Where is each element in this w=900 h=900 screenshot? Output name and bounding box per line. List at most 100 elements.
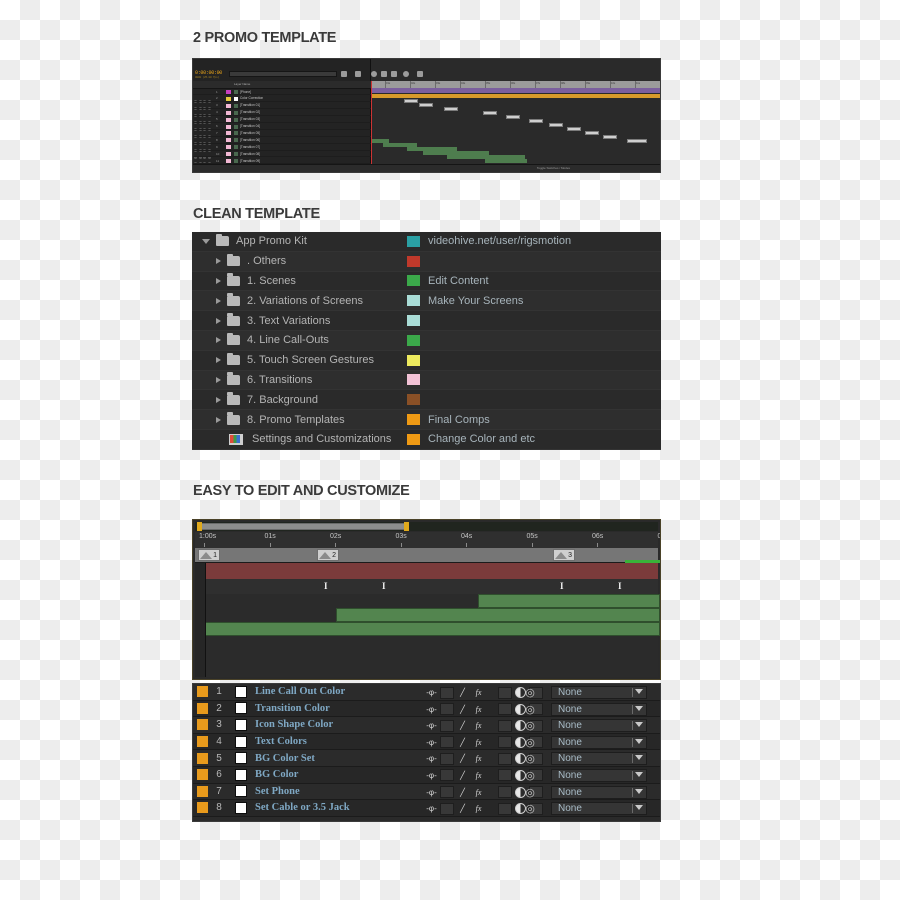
effects-icon[interactable]: fx: [471, 720, 486, 732]
solo-switch-cell[interactable]: [440, 752, 454, 765]
marker-track[interactable]: 1 2 3: [195, 548, 658, 563]
effect-layer-row[interactable]: 6 BG Color -φ- ╱ fx ◎ None: [193, 766, 660, 784]
project-folder-panel[interactable]: App Promo Kit videohive.net/user/rigsmoti…: [192, 232, 661, 450]
audio-toggle-icon[interactable]: -φ-: [424, 769, 439, 781]
project-row-folder[interactable]: 5. Touch Screen Gestures: [192, 350, 661, 371]
chevron-right-icon[interactable]: [216, 258, 221, 265]
timeline-keyframe-icon[interactable]: I: [618, 581, 622, 591]
layer-color-swatch[interactable]: [197, 736, 208, 748]
layer-switches[interactable]: [194, 118, 214, 131]
layer-switches[interactable]: [194, 159, 214, 172]
folder-icon[interactable]: [227, 313, 240, 326]
motion-blur-cell[interactable]: [498, 802, 512, 815]
quality-icon[interactable]: ╱: [455, 803, 470, 815]
layer-switches[interactable]: [194, 139, 214, 152]
audio-toggle-icon[interactable]: -φ-: [424, 687, 439, 699]
solo-switch-cell[interactable]: [440, 802, 454, 815]
layer-color-swatch[interactable]: [226, 159, 231, 163]
audio-toggle-icon[interactable]: -φ-: [424, 736, 439, 748]
label-color-swatch[interactable]: [407, 295, 420, 307]
layer-switches[interactable]: [194, 111, 214, 125]
panel1-clip-orange[interactable]: [371, 94, 660, 98]
panel1-layer-row[interactable]: 1 [Phone]: [193, 89, 371, 104]
effect-layer-row[interactable]: 4 Text Colors -φ- ╱ fx ◎ None: [193, 733, 660, 751]
layer-color-swatch[interactable]: [226, 138, 231, 143]
audio-toggle-icon[interactable]: -φ-: [424, 703, 439, 715]
chevron-down-icon[interactable]: [635, 738, 643, 744]
quality-icon[interactable]: ╱: [455, 769, 470, 781]
label-color-swatch[interactable]: [407, 255, 420, 267]
solo-switch-cell[interactable]: [440, 686, 454, 699]
track-clip-green-1[interactable]: [478, 594, 660, 608]
panel1-transition-chip[interactable]: [529, 119, 543, 123]
timeline-keyframe-icon[interactable]: I: [560, 581, 564, 591]
parent-dropdown[interactable]: None: [551, 719, 647, 733]
layer-color-swatch[interactable]: [226, 117, 231, 122]
effects-icon[interactable]: fx: [471, 753, 486, 765]
layer-color-swatch[interactable]: [226, 152, 231, 157]
layer-color-swatch[interactable]: [197, 686, 208, 698]
effect-layer-row[interactable]: 5 BG Color Set -φ- ╱ fx ◎ None: [193, 750, 660, 767]
folder-icon[interactable]: [227, 293, 240, 306]
layer-color-swatch[interactable]: [226, 90, 231, 94]
layer-color-swatch[interactable]: [197, 769, 208, 781]
stopwatch-icon[interactable]: ◎: [523, 720, 537, 732]
panel1-layer-row[interactable]: 10 [Transition 08]: [193, 151, 371, 166]
layer-switches[interactable]: [194, 97, 214, 111]
effect-layer-row[interactable]: 7 Set Phone -φ- ╱ fx ◎ None: [193, 783, 660, 801]
solo-switch-cell[interactable]: [440, 736, 454, 749]
track-clip-red[interactable]: [205, 563, 658, 579]
panel1-layer-row[interactable]: 2 Color Correction: [193, 96, 371, 111]
chevron-down-icon[interactable]: [635, 788, 643, 794]
chevron-down-icon[interactable]: [635, 705, 643, 711]
solo-switch-cell[interactable]: [440, 719, 454, 732]
effect-layer-row[interactable]: 3 Icon Shape Color -φ- ╱ fx ◎ None: [193, 717, 660, 734]
layer-switches[interactable]: [194, 104, 214, 118]
motion-blur-cell[interactable]: [498, 769, 512, 782]
panel1-toolbar[interactable]: [341, 70, 461, 79]
project-row-folder[interactable]: 4. Line Call-Outs: [192, 330, 661, 351]
audio-toggle-icon[interactable]: -φ-: [424, 720, 439, 732]
stopwatch-icon[interactable]: ◎: [523, 687, 537, 699]
label-color-swatch[interactable]: [407, 334, 420, 346]
parent-dropdown[interactable]: None: [551, 785, 647, 799]
label-color-swatch[interactable]: [407, 394, 420, 406]
panel1-footer[interactable]: Toggle Switches / Modes: [193, 164, 660, 172]
track-clip-green-3[interactable]: [205, 622, 660, 636]
audio-toggle-icon[interactable]: -φ-: [424, 803, 439, 815]
quality-icon[interactable]: ╱: [455, 786, 470, 798]
stopwatch-icon[interactable]: ◎: [523, 703, 537, 716]
stopwatch-icon[interactable]: ◎: [523, 736, 537, 749]
folder-icon[interactable]: [227, 392, 240, 405]
chevron-down-icon[interactable]: [635, 722, 643, 728]
frame-blend-icon[interactable]: [403, 71, 409, 77]
layer-color-swatch[interactable]: [226, 103, 231, 108]
project-row-folder[interactable]: 6. Transitions: [192, 370, 661, 391]
panel1-layer-row[interactable]: 7 [Transition 05]: [193, 130, 371, 145]
editor-timeline-panel[interactable]: 1:00s 01s 02s 03s 04s 05s 06s 07s 1 2 3 I I I I: [192, 519, 661, 680]
work-area-start-handle[interactable]: [197, 522, 202, 531]
layer-color-swatch[interactable]: [197, 702, 208, 714]
chevron-right-icon[interactable]: [216, 376, 221, 383]
panel1-layer-row[interactable]: 6 [Transition 04]: [193, 124, 371, 138]
folder-icon[interactable]: [227, 412, 240, 425]
effect-layer-row[interactable]: 2 Transition Color -φ- ╱ fx ◎ None: [193, 700, 660, 718]
effects-icon[interactable]: fx: [471, 803, 486, 815]
panel1-transition-chip[interactable]: [483, 111, 497, 115]
timeline-keyframe-icon[interactable]: I: [324, 581, 328, 591]
effect-layer-row[interactable]: 8 Set Cable or 3.5 Jack -φ- ╱ fx ◎ None: [193, 800, 660, 817]
parent-dropdown[interactable]: None: [551, 735, 647, 749]
layer-switches[interactable]: [194, 146, 214, 159]
quality-icon[interactable]: ╱: [455, 687, 470, 699]
panel1-search-input[interactable]: [229, 71, 337, 77]
track-clip-green-2[interactable]: [336, 608, 660, 622]
work-area-bar[interactable]: [201, 523, 407, 530]
parent-dropdown[interactable]: None: [551, 702, 647, 716]
folder-icon[interactable]: [216, 233, 229, 247]
panel1-time-ruler[interactable]: 01s 02s 03s 04s 05s 06s 07s 08s 09s 10s 11s: [371, 81, 660, 88]
stopwatch-icon[interactable]: ◎: [523, 753, 537, 765]
project-row-folder[interactable]: 8. Promo Templates Final Comps: [192, 410, 661, 430]
label-color-swatch[interactable]: [407, 433, 420, 445]
timeline-marker[interactable]: 3: [553, 549, 575, 561]
project-row-folder[interactable]: 2. Variations of Screens Make Your Screen…: [192, 291, 661, 312]
